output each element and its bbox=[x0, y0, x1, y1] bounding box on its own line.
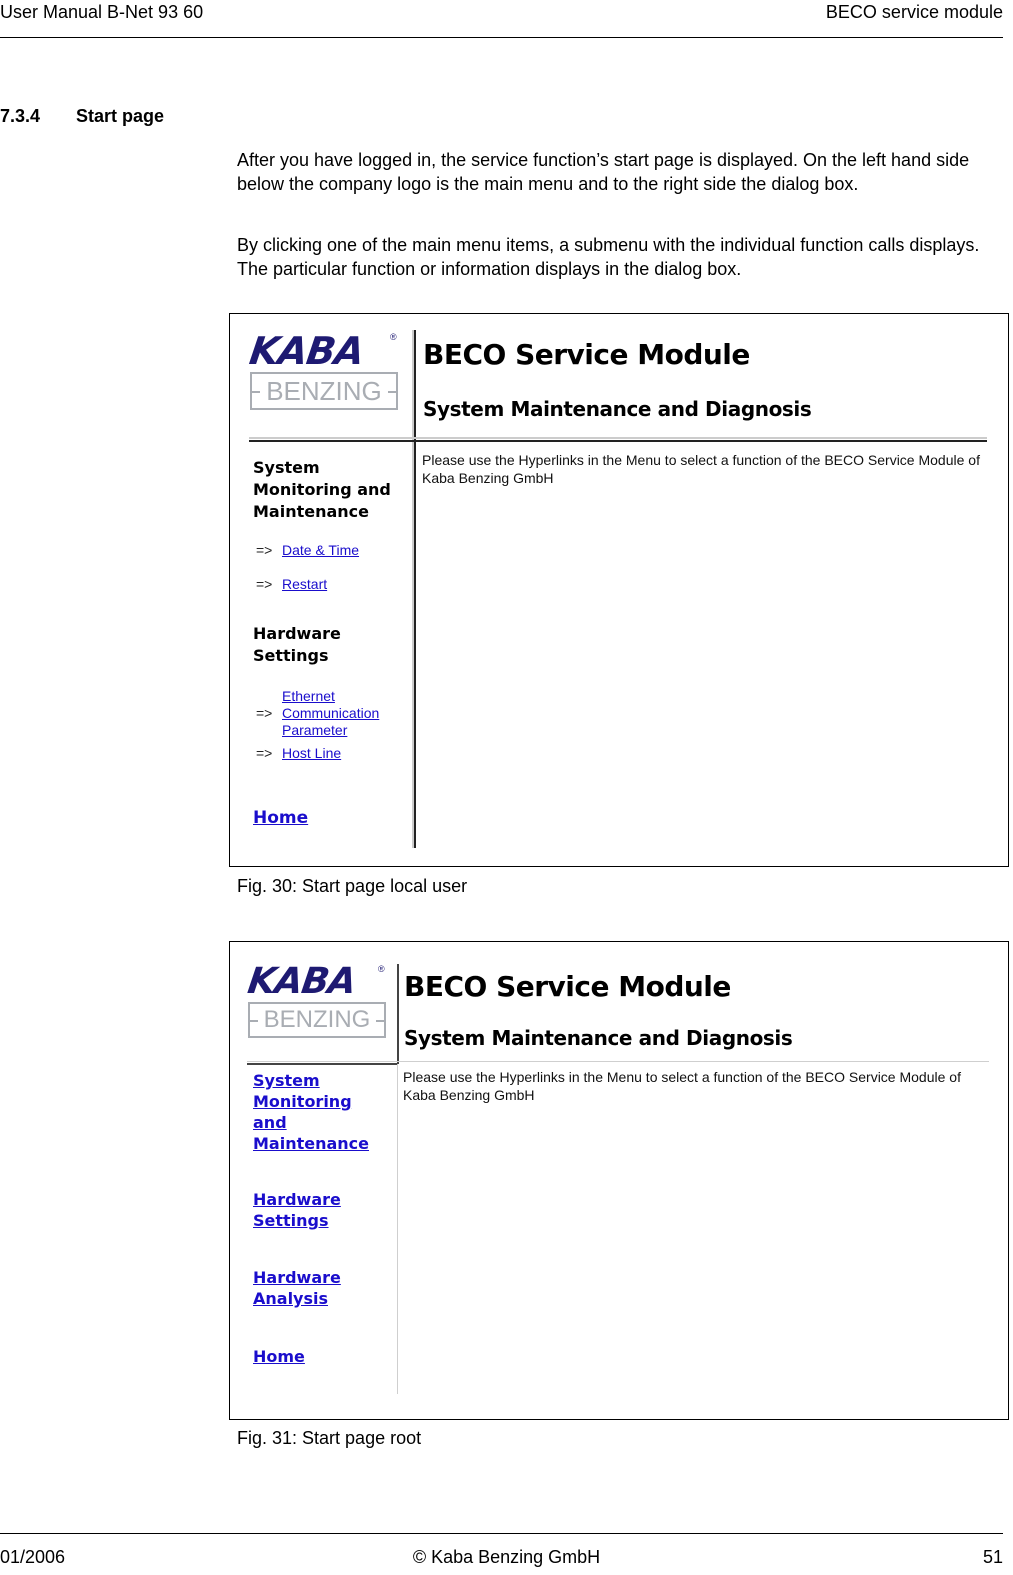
link-label[interactable]: Hardware Settings bbox=[253, 1189, 353, 1231]
logo-kaba-text: KABA bbox=[246, 329, 367, 373]
vertical-divider bbox=[414, 330, 416, 848]
page-header-title: User Manual B-Net 93 60 bbox=[0, 2, 204, 22]
link-restart[interactable]: Restart bbox=[282, 576, 327, 593]
link-hardware-analysis[interactable]: Hardware Analysis bbox=[253, 1267, 353, 1309]
horizontal-divider bbox=[247, 1061, 989, 1062]
kaba-benzing-logo: KABA ® BENZING bbox=[246, 329, 400, 412]
web-page-subtitle: System Maintenance and Diagnosis bbox=[423, 397, 812, 421]
figure-caption: Fig. 31: Start page root bbox=[237, 1428, 422, 1448]
link-label[interactable]: Hardware Analysis bbox=[253, 1267, 353, 1309]
menu-heading-hardware-settings: Hardware Settings bbox=[253, 624, 341, 665]
dialog-message: Please use the Hyperlinks in the Menu to… bbox=[422, 452, 980, 486]
kaba-benzing-logo: KABA ® BENZING bbox=[245, 961, 388, 1040]
header-divider bbox=[0, 37, 1003, 38]
arrow-icon: => bbox=[256, 705, 273, 721]
vertical-divider-top bbox=[397, 964, 399, 1064]
paragraph-menu: By clicking one of the main menu items, … bbox=[237, 235, 980, 279]
dialog-message: Please use the Hyperlinks in the Menu to… bbox=[403, 1069, 961, 1103]
arrow-icon: => bbox=[256, 745, 273, 761]
menu-item-host-line[interactable]: => Host Line bbox=[256, 745, 341, 762]
registered-mark-icon: ® bbox=[390, 332, 397, 342]
link-ethernet-communication-parameter[interactable]: Ethernet Communication Parameter bbox=[282, 688, 392, 739]
web-page-title: BECO Service Module bbox=[404, 970, 731, 1003]
link-label[interactable]: System Monitoring and Maintenance bbox=[253, 1070, 373, 1154]
link-home[interactable]: Home bbox=[253, 808, 308, 828]
page-header-section: BECO service module bbox=[825, 2, 1003, 22]
section-title: Start page bbox=[76, 106, 165, 126]
menu-item-date-time[interactable]: => Date & Time bbox=[256, 542, 359, 559]
link-system-monitoring-and-maintenance[interactable]: System Monitoring and Maintenance bbox=[253, 1070, 373, 1154]
logo-benzing-box: BENZING bbox=[250, 372, 398, 410]
menu-item-ethernet[interactable]: => Ethernet Communication Parameter bbox=[256, 688, 392, 739]
logo-benzing-text: BENZING bbox=[266, 376, 382, 406]
figure-start-page-root: KABA ® BENZING BECO Service Module Syste… bbox=[229, 941, 1009, 1420]
logo-benzing-box: BENZING bbox=[248, 1002, 386, 1038]
link-home[interactable]: Home bbox=[253, 1346, 353, 1367]
link-host-line[interactable]: Host Line bbox=[282, 745, 341, 762]
link-hardware-settings[interactable]: Hardware Settings bbox=[253, 1189, 353, 1231]
logo-kaba-text: KABA bbox=[245, 961, 359, 1002]
registered-mark-icon: ® bbox=[378, 964, 385, 974]
horizontal-divider-left bbox=[247, 1063, 397, 1065]
menu-heading-system-monitoring: System Monitoring and Maintenance bbox=[253, 458, 391, 521]
section-number: 7.3.4 bbox=[0, 106, 41, 126]
footer-copyright: © Kaba Benzing GmbH bbox=[412, 1547, 601, 1567]
horizontal-divider bbox=[249, 440, 987, 442]
figure-caption: Fig. 30: Start page local user bbox=[237, 876, 468, 896]
footer-divider bbox=[0, 1533, 1003, 1534]
paragraph-intro: After you have logged in, the service fu… bbox=[237, 150, 970, 194]
web-page-subtitle: System Maintenance and Diagnosis bbox=[404, 1026, 793, 1050]
figure-start-page-local-user: KABA ® BENZING BECO Service Module Syste… bbox=[229, 313, 1009, 867]
menu-item-restart[interactable]: => Restart bbox=[256, 576, 327, 593]
arrow-icon: => bbox=[256, 542, 273, 558]
link-label[interactable]: Home bbox=[253, 1346, 353, 1367]
link-date-time[interactable]: Date & Time bbox=[282, 542, 359, 559]
logo-benzing-text: BENZING bbox=[263, 1006, 371, 1033]
page-number: 51 bbox=[982, 1547, 1003, 1567]
arrow-icon: => bbox=[256, 576, 273, 592]
web-page-title: BECO Service Module bbox=[423, 338, 750, 371]
